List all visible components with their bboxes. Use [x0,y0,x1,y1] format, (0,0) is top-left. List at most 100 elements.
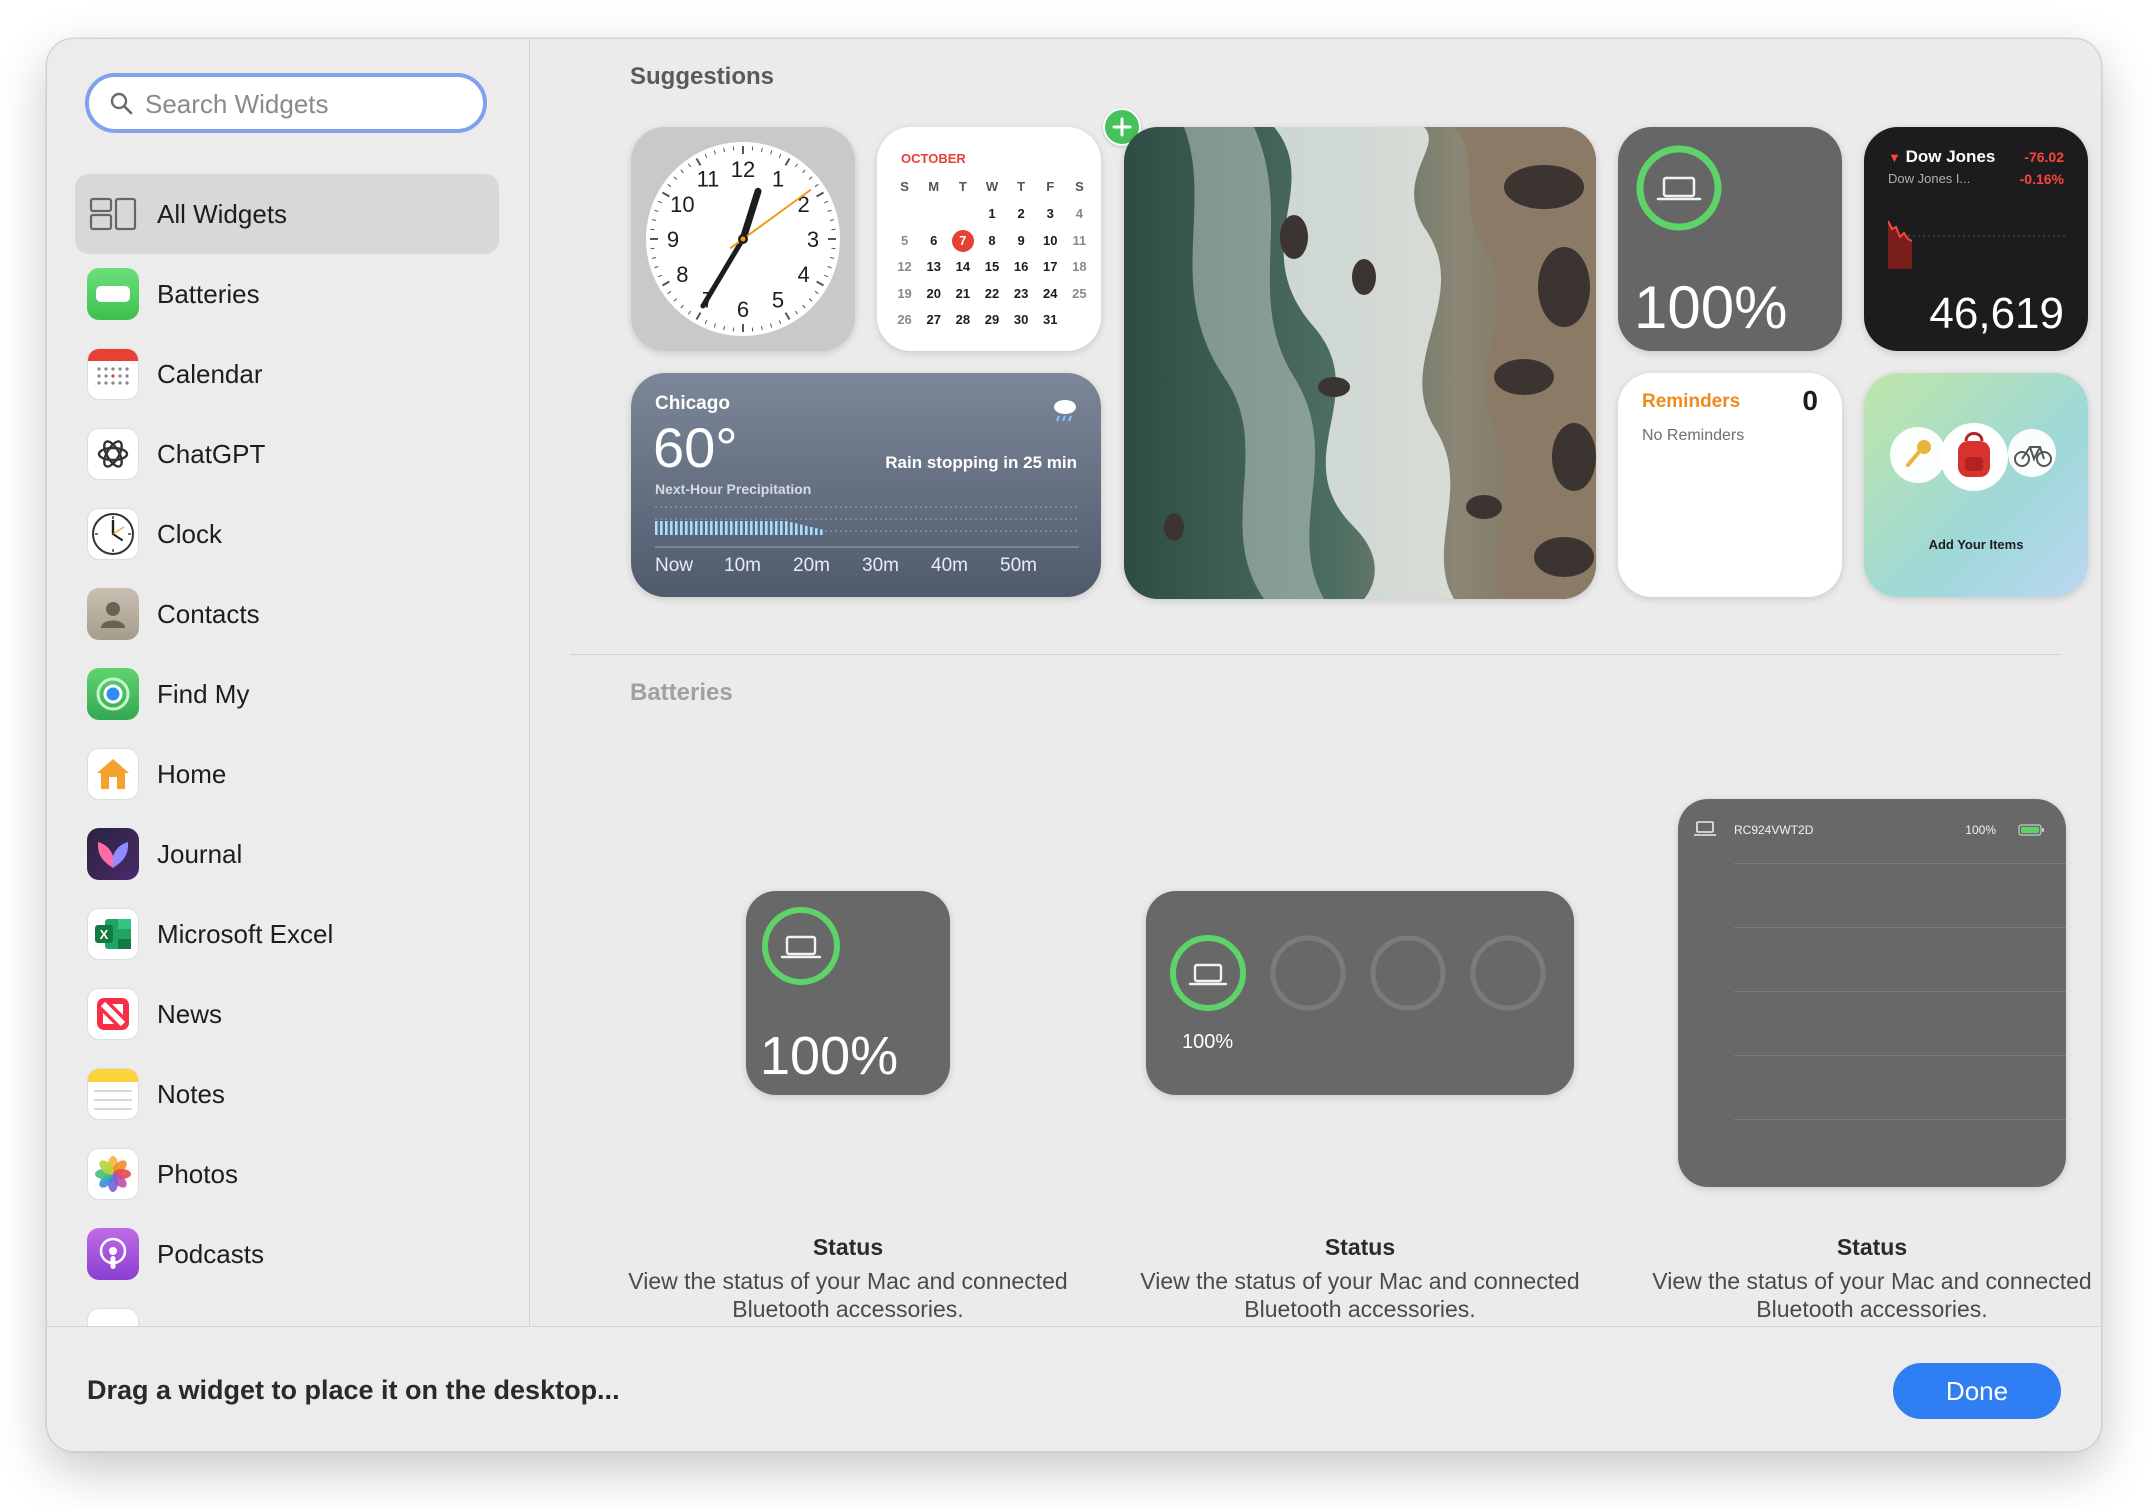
precip-bar [695,521,698,535]
sidebar-item-label: Podcasts [157,1238,264,1269]
precip-bar [670,521,673,535]
empty-battery-ring [1370,935,1446,1011]
battery-ring [762,907,840,985]
sidebar-item-podcasts[interactable]: Podcasts [75,1214,499,1294]
photo-widget[interactable] [1124,127,1596,599]
battery-ring [1636,145,1722,231]
sidebar-item-clock[interactable]: Clock [75,494,499,574]
calendar-day: 13 [926,259,941,274]
clock-widget[interactable]: 121234567891011 [631,127,855,351]
reminders-empty: No Reminders [1642,427,1745,444]
clock-number: 5 [772,288,784,313]
precipitation-chart [655,506,1079,548]
battery-percent: 100% [1182,1031,1234,1053]
precip-bar [770,521,773,535]
precip-bar [745,521,748,535]
calendar-day: 25 [1072,285,1087,301]
reminders-widget[interactable]: Reminders 0 No Reminders [1618,373,1842,597]
precip-bar [715,521,718,535]
search-field[interactable] [85,73,487,133]
sidebar-item-notes[interactable]: Notes [75,1054,499,1134]
empty-battery-ring [1470,935,1546,1011]
calendar-weekday: T [958,179,967,194]
calendar-day: 15 [984,259,1000,274]
calendar-day: 18 [1072,259,1087,274]
sidebar-item-label: Contacts [157,598,260,629]
footer-bar: Drag a widget to place it on the desktop… [47,1326,2101,1451]
device-name: RC924VWT2D [1734,823,1814,837]
battery-card-caption: Status View the status of your Mac and c… [618,1234,1078,1323]
battery-status-medium[interactable]: 100% [1146,891,1574,1095]
calendar-day: 23 [1013,285,1029,301]
sidebar-item-all-widgets[interactable]: All Widgets [75,174,499,254]
sidebar-item-label: Microsoft Excel [157,918,334,949]
sidebar-item-home[interactable]: Home [75,734,499,814]
weather-city: Chicago [655,393,730,414]
calendar-weekday: S [1075,179,1084,194]
sidebar-item-label: News [157,998,223,1029]
podcasts-icon [87,1228,139,1280]
all-widgets-icon [87,188,139,240]
stocks-widget[interactable]: ▼ Dow Jones -76.02 Dow Jones I... -0.16%… [1864,127,2088,351]
precip-bar [710,521,713,535]
battery-level-icon [2018,824,2044,836]
battery-widget-small[interactable]: 100% [1618,127,1842,351]
sidebar-item-find-my[interactable]: Find My [75,654,499,734]
precip-bar [685,521,688,535]
find-my-widget[interactable]: Add Your Items [1864,373,2088,597]
battery-ring [1170,935,1246,1011]
sidebar-item-contacts[interactable]: Contacts [75,574,499,654]
sidebar-item-partial[interactable] [75,1294,499,1326]
calendar-day: 16 [1013,259,1029,274]
precip-bar [775,521,778,535]
precip-bar [760,521,763,535]
sidebar-item-batteries[interactable]: Batteries [75,254,499,334]
clock-number: 11 [697,166,720,191]
card-title: Status [1836,1234,1908,1260]
sidebar-item-news[interactable]: News [75,974,499,1054]
photos-icon [87,1148,139,1200]
calendar-weekday: S [900,179,909,194]
precip-bar [700,521,703,535]
search-input[interactable] [143,85,467,123]
laptop-icon [1656,176,1702,201]
calendar-day [919,202,948,226]
sidebar-item-label: Calendar [157,358,263,389]
footer-message: Drag a widget to place it on the desktop… [87,1375,620,1405]
sidebar-item-photos[interactable]: Photos [75,1134,499,1214]
clock-number: 8 [676,262,688,287]
calendar-day: 26 [897,312,912,327]
calendar-day [1065,308,1094,332]
stock-change: -76.02 [2024,149,2064,165]
sidebar-item-chatgpt[interactable]: ChatGPT [75,414,499,494]
clock-face: 121234567891011 [646,142,840,336]
calendar-day: 8 [988,232,996,248]
precip-bar [720,521,723,535]
calendar-day: 30 [1013,312,1029,327]
clock-number: 3 [807,227,819,252]
battery-status-small[interactable]: 100% [746,891,950,1095]
done-button[interactable]: Done [1893,1363,2061,1419]
weather-time-tick: 10m [724,555,761,576]
card-title: Status [812,1234,884,1260]
calendar-day: 1 [988,206,996,221]
calendar-widget[interactable]: OCTOBER S M T W T F S 1 2 3 4 5 6 7 8 9 10 11 12 13 14 15 16 17… [877,127,1101,351]
sidebar-item-calendar[interactable]: Calendar [75,334,499,414]
calendar-day [890,202,919,226]
sidebar-item-journal[interactable]: Journal [75,814,499,894]
weather-time-tick: 50m [1000,555,1037,576]
precip-bar [780,521,783,535]
clock-number: 9 [667,227,679,252]
battery-status-large[interactable]: RC924VWT2D 100% [1678,799,2066,1187]
precip-bar [810,527,813,535]
precip-bar [655,521,658,535]
weather-widget[interactable]: Chicago 60° Rain stopping in 25 min Next… [631,373,1101,597]
precip-bar [725,521,728,535]
weather-time-tick: 20m [793,555,830,576]
sidebar-item-microsoft-excel[interactable]: X Microsoft Excel [75,894,499,974]
calendar-day: 28 [955,312,971,327]
precip-bar [680,521,683,535]
suggestions-heading: Suggestions [630,63,775,90]
precip-bar [820,529,823,535]
stock-name: Dow Jones [1905,147,1996,166]
